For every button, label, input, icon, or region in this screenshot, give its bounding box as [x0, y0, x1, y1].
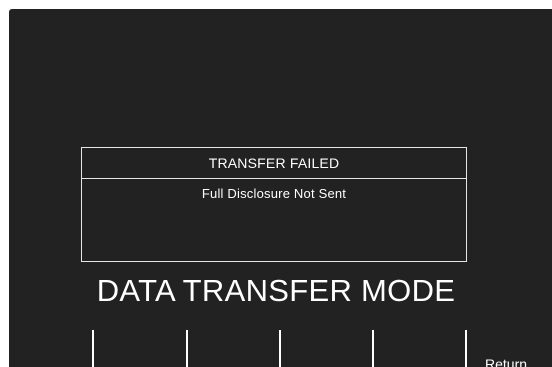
- return-softkey[interactable]: Return: [467, 330, 552, 367]
- softkey-3[interactable]: [281, 330, 371, 367]
- dialog-message: Full Disclosure Not Sent: [201, 186, 347, 201]
- dialog-title: TRANSFER FAILED: [82, 148, 466, 179]
- softkey-4[interactable]: [374, 330, 464, 367]
- monitor-screen: TRANSFER FAILED Full Disclosure Not Sent…: [9, 9, 552, 367]
- transfer-failed-dialog: TRANSFER FAILED Full Disclosure Not Sent: [81, 147, 467, 262]
- softkey-2[interactable]: [188, 330, 278, 367]
- softkey-1[interactable]: [94, 330, 184, 367]
- return-label: Return: [485, 356, 528, 367]
- mode-title: DATA TRANSFER MODE: [96, 273, 456, 308]
